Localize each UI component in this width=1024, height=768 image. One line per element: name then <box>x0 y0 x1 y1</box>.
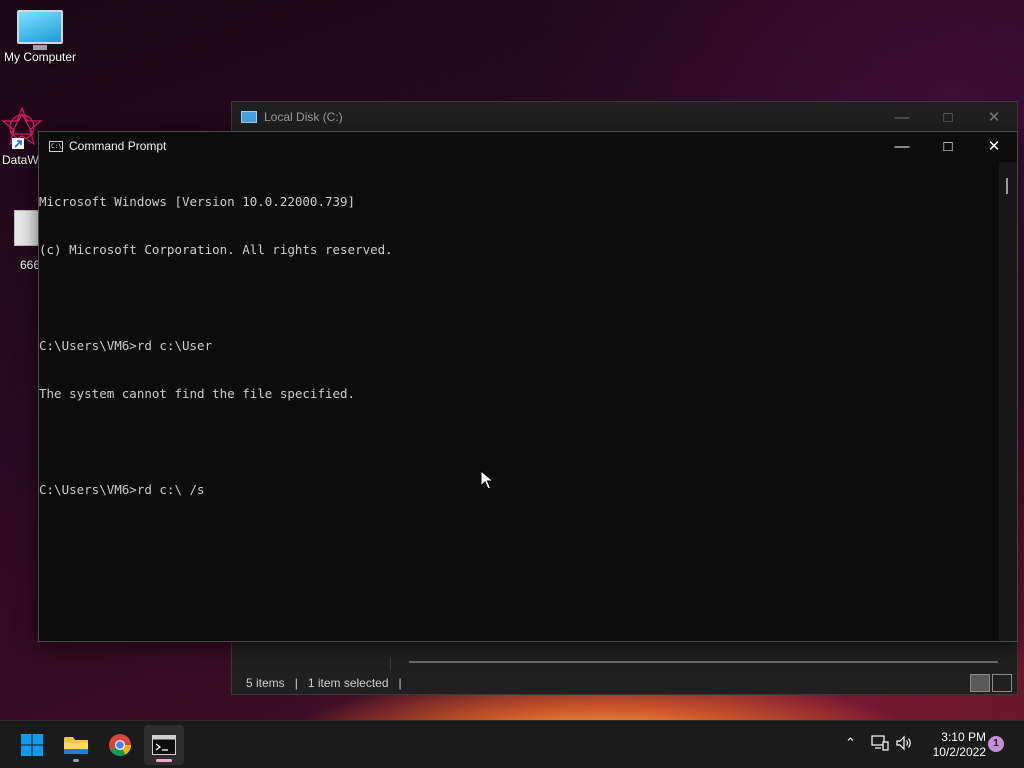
desktop-icon-dataw[interactable]: DataW <box>1 106 43 167</box>
desktop-icon-label: 666 <box>20 258 41 272</box>
status-separator: | <box>294 676 298 690</box>
item-count: 5 items <box>246 676 285 690</box>
selection-count: 1 item selected <box>307 676 389 690</box>
console-input-line[interactable]: C:\Users\VM6>rd c:\ /s <box>39 482 999 498</box>
chevron-up-icon[interactable]: ⌃ <box>845 735 856 751</box>
explorer-status-bar: 5 items | 1 item selected | <box>246 676 402 690</box>
details-view-button[interactable] <box>970 674 990 692</box>
command-prompt-window[interactable]: C:\ Command Prompt — □ ✕ Microsoft Windo… <box>38 131 1018 642</box>
explorer-minimize-button[interactable]: — <box>879 102 925 132</box>
status-separator: | <box>398 676 402 690</box>
taskbar: ⌃ 3:10 PM 10/2/2022 <box>0 720 1024 768</box>
chrome-icon <box>109 734 131 756</box>
console-line: (c) Microsoft Corporation. All rights re… <box>39 242 393 257</box>
explorer-close-button[interactable]: ✕ <box>971 102 1017 132</box>
pane-divider <box>390 657 391 671</box>
start-button[interactable] <box>12 725 52 765</box>
terminal-icon: C:\ <box>49 140 63 152</box>
explorer-maximize-button[interactable]: □ <box>925 102 971 132</box>
terminal-icon <box>152 735 176 755</box>
cmd-console-output[interactable]: Microsoft Windows [Version 10.0.22000.73… <box>39 162 999 641</box>
taskbar-chrome[interactable] <box>100 725 140 765</box>
explorer-title: Local Disk (C:) <box>264 110 343 124</box>
desktop-icon-my-computer[interactable]: My Computer <box>2 10 78 64</box>
monitor-icon <box>17 10 63 50</box>
folder-icon <box>64 737 88 754</box>
cmd-maximize-button[interactable]: □ <box>925 132 971 160</box>
desktop-icon-label: DataW <box>2 153 39 167</box>
horizontal-scrollbar[interactable] <box>409 661 998 663</box>
scrollbar-thumb[interactable] <box>1006 178 1008 194</box>
taskbar-file-explorer[interactable] <box>56 725 96 765</box>
network-icon[interactable] <box>871 735 889 751</box>
cmd-vertical-scrollbar[interactable] <box>999 162 1017 641</box>
console-line: C:\Users\VM6>rd c:\User <box>39 338 213 353</box>
cmd-title-bar[interactable]: C:\ Command Prompt <box>39 132 1017 160</box>
windows-icon <box>21 734 43 756</box>
cmd-minimize-button[interactable]: — <box>879 132 925 160</box>
cmd-close-button[interactable]: ✕ <box>971 132 1017 160</box>
clock-time: 3:10 PM <box>941 730 986 744</box>
cmd-title: Command Prompt <box>69 139 167 153</box>
desktop-icon-label: My Computer <box>3 50 77 64</box>
console-line: Microsoft Windows [Version 10.0.22000.73… <box>39 194 356 209</box>
clock-date: 10/2/2022 <box>932 745 986 759</box>
system-clock[interactable]: 3:10 PM 10/2/2022 <box>920 730 986 760</box>
taskbar-command-prompt[interactable] <box>144 725 184 765</box>
active-indicator <box>156 759 172 762</box>
large-icons-view-button[interactable] <box>992 674 1012 692</box>
mouse-pointer-icon <box>480 470 494 490</box>
notification-badge[interactable]: 1 <box>988 736 1004 752</box>
running-indicator <box>73 759 79 762</box>
drive-icon <box>241 111 257 123</box>
volume-icon[interactable] <box>895 735 913 751</box>
desktop-icon-666[interactable]: 666 <box>14 210 42 272</box>
console-line: The system cannot find the file specifie… <box>39 386 356 401</box>
